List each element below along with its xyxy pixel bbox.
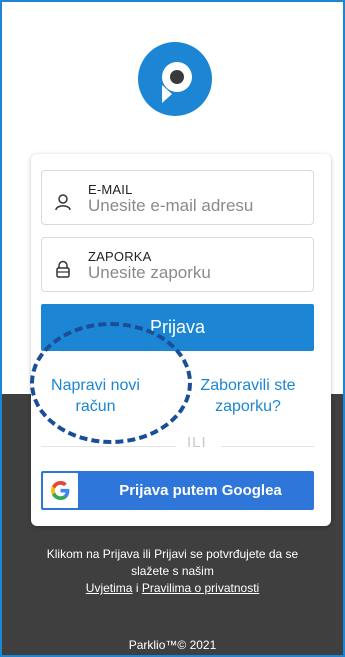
password-field[interactable]: ZAPORKA Unesite zaporku <box>41 237 314 292</box>
parklio-logo-icon <box>138 42 212 116</box>
forgot-password-link[interactable]: Zaboravili ste zaporku? <box>178 375 318 417</box>
divider-label: ILI <box>187 434 207 451</box>
app-screen: E-MAIL Unesite e-mail adresu ZAPORKA Une… <box>0 0 345 657</box>
password-label: ZAPORKA <box>88 249 152 264</box>
google-icon-box <box>43 473 78 508</box>
divider-line-right <box>221 446 314 447</box>
google-button-label: Prijava putem Googlea <box>119 482 282 499</box>
lock-icon <box>56 260 70 278</box>
privacy-link[interactable]: Pravilima o privatnosti <box>142 581 259 595</box>
terms-line-2: slažete s našim <box>131 564 214 578</box>
google-login-button[interactable]: Prijava putem Googlea <box>41 471 314 510</box>
terms-connector: i <box>135 581 139 595</box>
password-placeholder: Unesite zaporku <box>88 263 211 282</box>
google-icon <box>51 481 70 500</box>
terms-line-1: Klikom na Prijava ili Prijavi se potvrđu… <box>46 547 299 561</box>
email-field[interactable]: E-MAIL Unesite e-mail adresu <box>41 170 314 225</box>
highlight-circle-annotation <box>30 322 192 444</box>
divider-line-left <box>41 446 176 447</box>
email-placeholder: Unesite e-mail adresu <box>88 196 254 215</box>
user-icon <box>55 194 71 211</box>
terms-links-row: Uvjetima i Pravilima o privatnosti <box>2 580 343 597</box>
terms-notice: Klikom na Prijava ili Prijavi se potvrđu… <box>2 546 343 597</box>
copyright-footer: Parklio™© 2021 <box>128 638 217 652</box>
terms-link[interactable]: Uvjetima <box>86 581 133 595</box>
email-label: E-MAIL <box>88 182 133 197</box>
